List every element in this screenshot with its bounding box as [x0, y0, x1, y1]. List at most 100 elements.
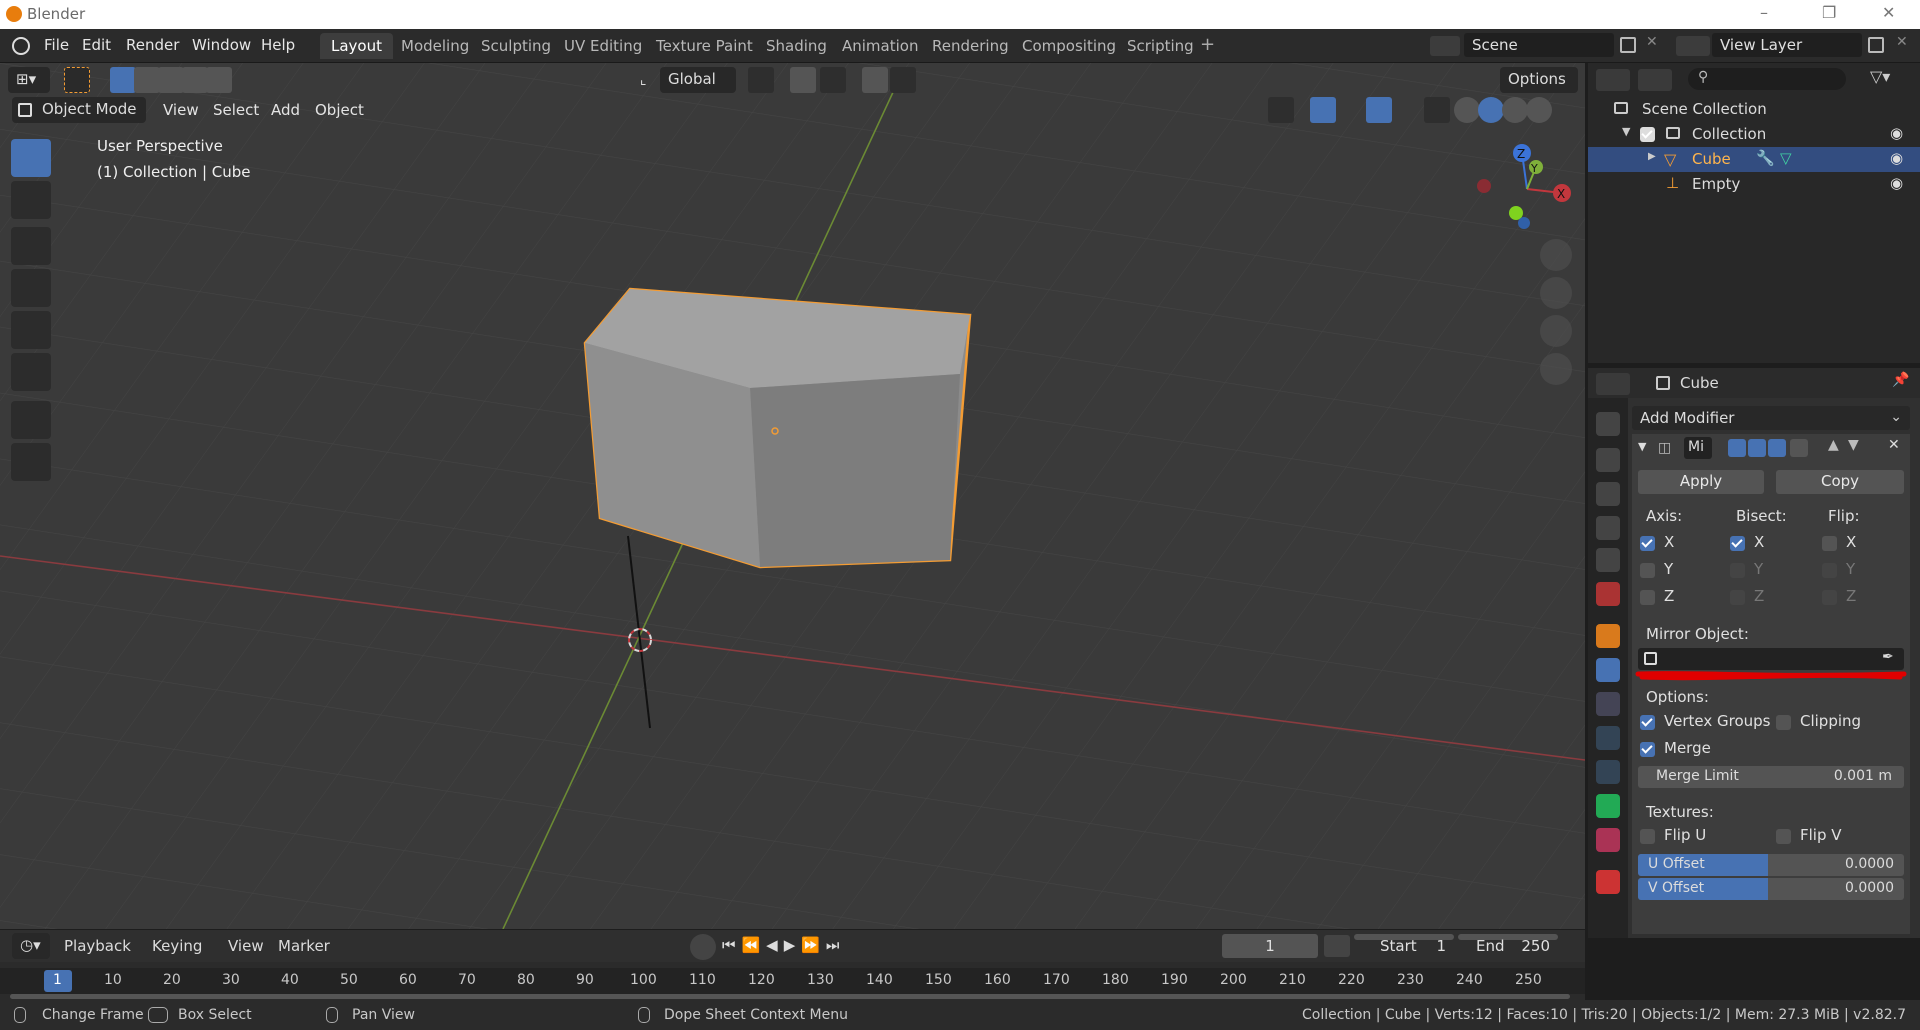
ortho-grid-icon[interactable] — [1540, 353, 1572, 385]
pin-icon[interactable]: 📌 — [1892, 372, 1909, 388]
menu-help[interactable]: Help — [261, 36, 295, 54]
menu-add[interactable]: Add — [271, 101, 300, 119]
clipping-checkbox[interactable] — [1776, 715, 1791, 730]
texture-tab-icon[interactable] — [1596, 870, 1620, 894]
select-extend-icon[interactable] — [134, 67, 160, 93]
menu-window[interactable]: Window — [192, 36, 251, 54]
modifier-wrench-icon[interactable]: 🔧 — [1756, 149, 1775, 167]
remove-scene-icon[interactable]: ✕ — [1646, 34, 1658, 50]
editmode-toggle-icon[interactable] — [1728, 439, 1746, 457]
collection-include-checkbox[interactable] — [1640, 127, 1655, 142]
xray-icon[interactable] — [1424, 97, 1450, 123]
move-down-icon[interactable]: ▼ — [1848, 437, 1859, 453]
material-shading-icon[interactable] — [1502, 97, 1528, 123]
view-layer-field[interactable]: View Layer — [1712, 33, 1862, 57]
tab-compositing[interactable]: Compositing — [1011, 33, 1127, 59]
timeline-editor-type-button[interactable]: ◷▾ — [12, 933, 50, 959]
expand-arrow-icon[interactable]: ▶ — [1648, 151, 1656, 162]
maximize-icon[interactable]: ❐ — [1822, 3, 1836, 22]
minimize-icon[interactable]: – — [1760, 3, 1768, 22]
add-modifier-dropdown[interactable]: Add Modifier ⌄ — [1632, 406, 1910, 430]
zoom-icon[interactable] — [1540, 239, 1572, 271]
editor-type-button[interactable]: ⊞▾ — [8, 67, 50, 93]
physics-tab-icon[interactable] — [1596, 726, 1620, 750]
tab-modeling[interactable]: Modeling — [390, 33, 480, 59]
remove-view-layer-icon[interactable]: ✕ — [1896, 34, 1908, 50]
flip-x-checkbox[interactable] — [1822, 536, 1837, 551]
transform-tool[interactable] — [11, 353, 51, 391]
rotate-tool[interactable] — [11, 269, 51, 307]
new-view-layer-icon[interactable] — [1868, 37, 1884, 53]
tool-settings-tab-icon[interactable] — [1596, 412, 1620, 436]
camera-view-icon[interactable] — [1540, 315, 1572, 347]
flip-v-checkbox[interactable] — [1776, 829, 1791, 844]
constraints-tab-icon[interactable] — [1596, 760, 1620, 784]
eye-icon[interactable]: ◉ — [1890, 124, 1903, 142]
visibility-icon[interactable] — [1268, 97, 1294, 123]
camera-render-toggle-icon[interactable] — [1748, 439, 1766, 457]
copy-button[interactable]: Copy — [1776, 470, 1904, 494]
v-offset-field[interactable]: V Offset 0.0000 — [1638, 878, 1904, 900]
stopwatch-icon[interactable] — [1324, 935, 1350, 957]
properties-editor-type-icon[interactable] — [1596, 373, 1630, 395]
move-tool[interactable] — [11, 227, 51, 265]
tab-texture-paint[interactable]: Texture Paint — [645, 33, 764, 59]
collapse-arrow-icon[interactable]: ▼ — [1622, 125, 1630, 138]
select-mode-icon[interactable] — [64, 67, 90, 93]
tab-scripting[interactable]: Scripting — [1116, 33, 1205, 59]
solid-shading-icon[interactable] — [1478, 97, 1504, 123]
3d-viewport[interactable]: X Z Y ⊞▾ ⌞ Global Options Object Mode Vi… — [0, 63, 1585, 929]
scene-selector-icon[interactable] — [1430, 36, 1460, 56]
view-layer-selector-icon[interactable] — [1676, 36, 1710, 56]
u-offset-field[interactable]: U Offset 0.0000 — [1638, 854, 1904, 876]
tab-rendering[interactable]: Rendering — [921, 33, 1020, 59]
filter-icon[interactable]: ▽▾ — [1870, 67, 1890, 86]
measure-tool[interactable] — [11, 443, 51, 481]
options-dropdown[interactable]: Options — [1500, 67, 1578, 93]
mirror-object-field[interactable]: ✒ — [1638, 648, 1904, 670]
snap-target-icon[interactable] — [820, 67, 846, 93]
timeline-scrollbar[interactable] — [10, 994, 1570, 999]
bisect-x-checkbox[interactable] — [1730, 536, 1745, 551]
outliner-scene-collection[interactable]: Scene Collection — [1588, 97, 1920, 122]
tab-shading[interactable]: Shading — [755, 33, 838, 59]
eye-icon[interactable]: ◉ — [1890, 174, 1903, 192]
menu-select[interactable]: Select — [213, 101, 259, 119]
cage-toggle-icon[interactable] — [1790, 439, 1808, 457]
blender-menu-icon[interactable] — [12, 37, 30, 55]
move-up-icon[interactable]: ▲ — [1828, 437, 1839, 453]
remove-modifier-icon[interactable]: ✕ — [1888, 437, 1900, 453]
object-tab-icon[interactable] — [1596, 624, 1620, 648]
playback-controls[interactable]: ⏮⏪◀▶⏩⏭ — [722, 936, 845, 954]
current-frame-field[interactable]: 1 — [1222, 934, 1318, 958]
outliner-editor-type-icon[interactable] — [1596, 69, 1630, 91]
menu-render[interactable]: Render — [126, 36, 179, 54]
record-icon[interactable] — [690, 934, 716, 960]
menu-view[interactable]: View — [163, 101, 199, 119]
select-invert-icon[interactable] — [182, 67, 208, 93]
annotate-tool[interactable] — [11, 401, 51, 439]
outliner-cube[interactable]: ▶ ▽ Cube 🔧 ▽ ◉ — [1588, 147, 1920, 172]
object-data-tab-icon[interactable] — [1596, 794, 1620, 818]
tab-uv-editing[interactable]: UV Editing — [553, 33, 653, 59]
wireframe-shading-icon[interactable] — [1454, 97, 1480, 123]
pan-hand-icon[interactable] — [1540, 277, 1572, 309]
mesh-data-icon[interactable]: ▽ — [1780, 149, 1792, 167]
snap-toggle-icon[interactable] — [790, 67, 816, 93]
vertex-groups-checkbox[interactable] — [1640, 715, 1655, 730]
menu-playback[interactable]: Playback — [64, 937, 131, 955]
tab-animation[interactable]: Animation — [831, 33, 929, 59]
select-new-icon[interactable] — [110, 67, 136, 93]
rendered-shading-icon[interactable] — [1526, 97, 1552, 123]
end-frame-field[interactable]: End 250 — [1458, 934, 1558, 955]
axis-x-checkbox[interactable] — [1640, 536, 1655, 551]
realtime-toggle-icon[interactable] — [1768, 439, 1786, 457]
collapse-arrow-icon[interactable]: ▼ — [1638, 440, 1646, 453]
eyedropper-icon[interactable]: ✒ — [1882, 649, 1894, 665]
start-frame-field[interactable]: Start 1 — [1354, 934, 1454, 955]
flip-u-checkbox[interactable] — [1640, 829, 1655, 844]
gizmos-icon[interactable] — [1310, 97, 1336, 123]
tab-sculpting[interactable]: Sculpting — [470, 33, 562, 59]
outliner-empty[interactable]: ⊥ Empty ◉ — [1588, 172, 1920, 197]
modifier-tab-icon[interactable] — [1596, 658, 1620, 682]
